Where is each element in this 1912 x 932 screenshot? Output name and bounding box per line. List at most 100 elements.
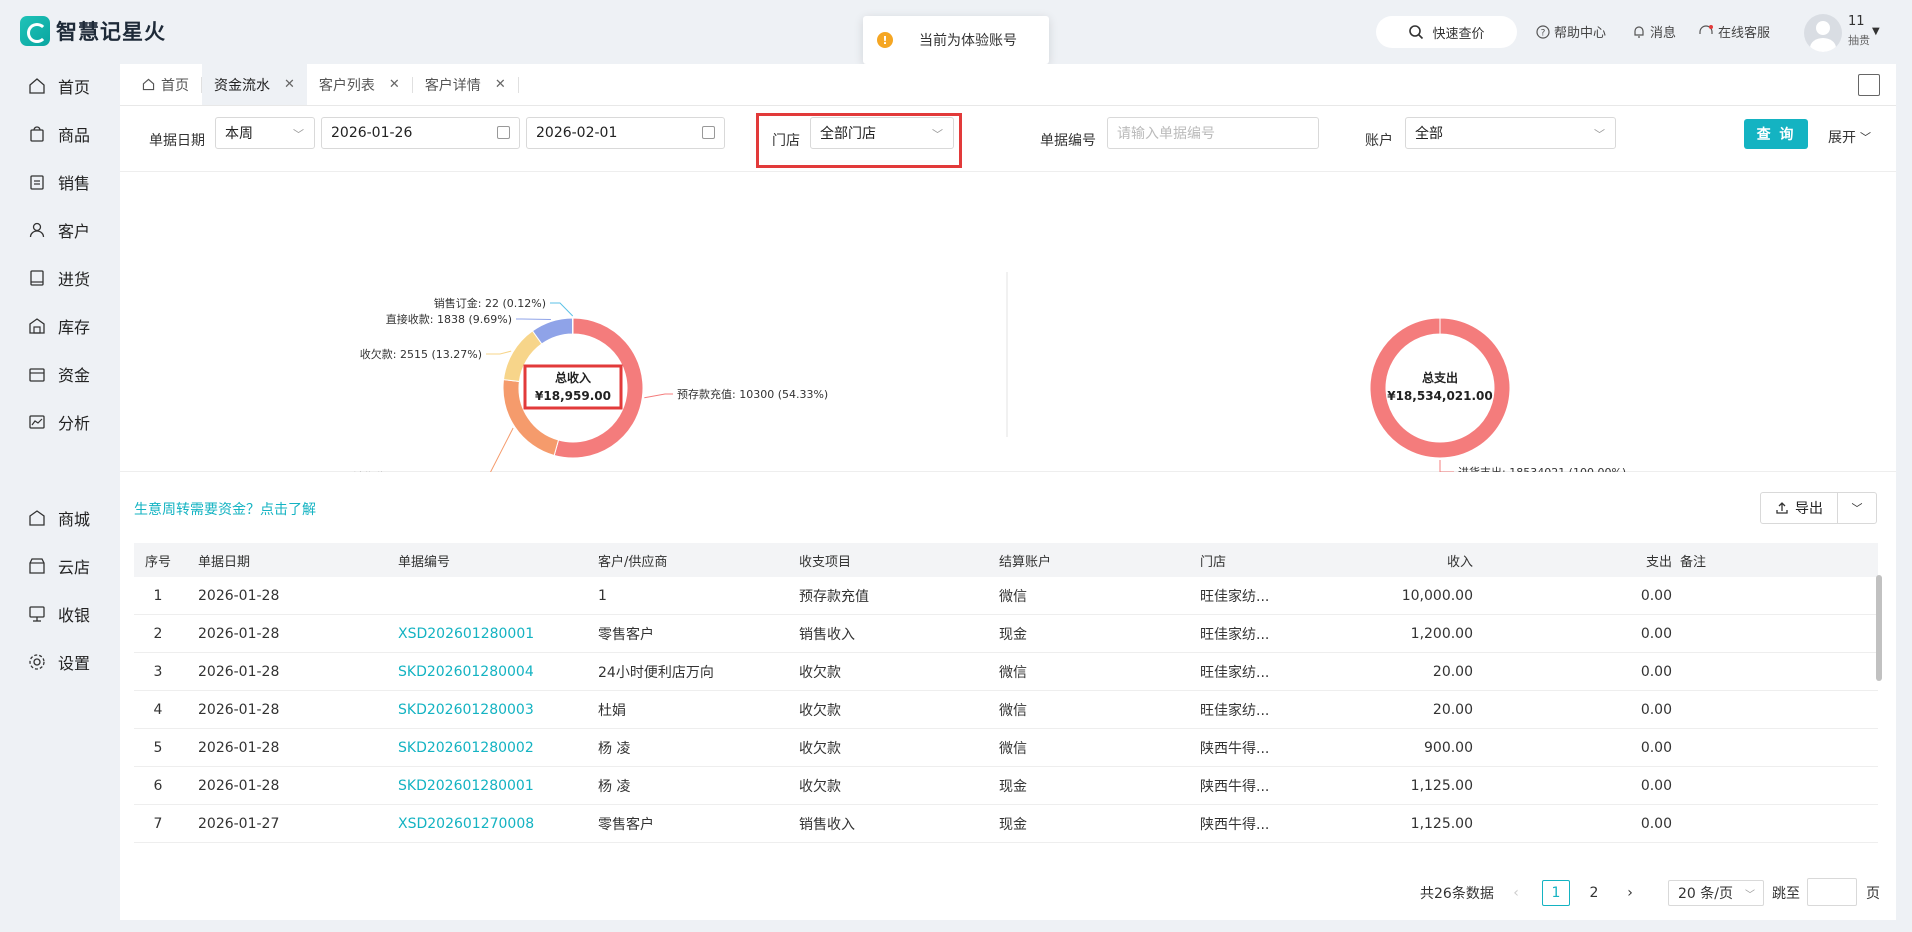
cell-store: 旺佳家纺... [1200,664,1270,681]
tab-label: 客户详情 [424,77,481,94]
query-button[interactable]: 查 询 [1744,119,1808,149]
slice-label: 收欠款: 2515 (13.27%) [360,347,482,361]
start-date-input[interactable]: 2026-01-26 [321,117,520,149]
sidebar-item-sales[interactable]: 销售 [28,170,90,194]
sidebar-item-analysis[interactable]: 分析 [28,410,90,434]
online-service-link[interactable]: 在线客服 [1698,22,1770,41]
table-row[interactable]: 1 2026-01-28 1 预存款充值 微信 旺佳家纺... 10,000.00 0.00 [134,577,1878,615]
sidebar-item-label: 云店 [58,558,91,577]
close-icon[interactable]: ✕ [389,77,400,92]
sidebar-item-label: 资金 [58,366,91,385]
close-icon[interactable]: ✕ [284,77,295,92]
slice-label: 直接收款: 1838 (9.69%) [386,312,512,326]
upload-icon [1776,502,1788,514]
table-row[interactable]: 2 2026-01-28 XSD202601280001 零售客户 销售收入 现金 旺佳家纺… [134,615,1878,653]
cell-income: 1,125.00 [1410,777,1473,794]
financing-promo-link[interactable]: 生意周转需要资金？点击了解 [134,499,316,519]
cell-party: 零售客户 [598,626,654,643]
prev-page-icon[interactable]: ‹ [1506,880,1526,906]
tab-customer-detail[interactable]: 客户详情 ✕ [413,64,518,105]
column-header: 单据编号 [398,554,451,570]
page-1-button[interactable]: 1 [1542,880,1570,906]
cell-doc[interactable] [398,577,578,614]
slice-leader-line [490,427,514,472]
quick-search-label: 快速查价 [1432,26,1485,42]
tab-home[interactable]: 首页 [130,64,201,105]
avatar[interactable] [1804,14,1842,52]
cell-doc[interactable]: SKD202601280002 [398,729,578,766]
sidebar-item-home[interactable]: 首页 [28,74,90,98]
cell-expense: 0.00 [1640,815,1672,832]
sidebar: 首页 商品 销售 客户 进货 库存 资金 分析 商城 云店 收银 设置 [0,64,120,932]
end-date-input[interactable]: 2026-02-01 [526,117,725,149]
cell-doc[interactable]: SKD202601280001 [398,767,578,804]
slice-leader-line [644,393,673,399]
cell-store: 旺佳家纺... [1200,588,1270,605]
period-select[interactable]: 本周 ﹀ [215,117,315,149]
cell-account: 微信 [999,588,1027,605]
tab-fund-flow[interactable]: 资金流水 ✕ [202,64,307,105]
donut-total: ¥18,959.00 [535,389,611,403]
table-row[interactable]: 3 2026-01-28 SKD202601280004 24小时便利店万向 收欠款 微信… [134,653,1878,691]
table-row[interactable]: 6 2026-01-28 SKD202601280001 杨 凌 收欠款 现金 陕西牛得..… [134,767,1878,805]
sidebar-item-settings[interactable]: 设置 [28,650,90,674]
tab-customer-list[interactable]: 客户列表 ✕ [307,64,412,105]
sidebar-item-purchase[interactable]: 进货 [28,266,90,290]
column-header: 收入 [1446,554,1473,570]
column-header: 客户/供应商 [598,554,668,570]
sidebar-item-label: 分析 [58,414,91,433]
cell-doc[interactable]: SKD202601280004 [398,653,578,690]
fullscreen-icon[interactable] [1858,74,1880,96]
total-records: 共26条数据 [1420,886,1494,902]
cell-doc[interactable]: XSD202601280001 [398,615,578,652]
user-menu-caret-icon[interactable]: ▼ [1872,26,1880,37]
column-header: 结算账户 [999,554,1052,570]
export-dropdown-chevron-icon[interactable]: ﹀ [1838,493,1876,523]
doc-number-input[interactable]: 请输入单据编号 [1107,117,1319,149]
jump-page-input[interactable] [1807,878,1857,906]
store-select[interactable]: 全部门店 ﹀ [810,117,954,149]
chevron-down-icon: ﹀ [1745,889,1755,901]
book-icon [30,270,44,286]
messages-link[interactable]: 消息 [1632,22,1676,41]
close-icon[interactable]: ✕ [495,77,506,92]
pie-slice [531,317,574,345]
sidebar-item-products[interactable]: 商品 [28,122,90,146]
column-header: 备注 [1680,554,1707,570]
cell-doc[interactable]: XSD202601270008 [398,805,578,842]
filter-bar: 单据日期 本周 ﹀ 2026-01-26 2026-02-01 门店 全部门店 … [120,106,1896,172]
help-center-link[interactable]: ? 帮助中心 [1536,22,1606,41]
table-row[interactable]: 4 2026-01-28 SKD202601280003 杜娟 收欠款 微信 旺佳家纺...… [134,691,1878,729]
cell-no: 3 [153,663,163,680]
main-panel: 首页 资金流水 ✕ 客户列表 ✕ 客户详情 ✕ 单据日期 本周 ﹀ 2026-0… [120,64,1896,920]
cell-date: 2026-01-28 [198,625,280,642]
messages-label: 消息 [1650,26,1677,41]
cell-store: 陕西牛得... [1200,778,1270,795]
bell-icon [1634,25,1644,38]
page-2-button[interactable]: 2 [1580,880,1608,906]
next-page-icon[interactable]: › [1620,880,1640,906]
chart-icon [29,415,45,429]
cell-doc[interactable]: SKD202601280003 [398,691,578,728]
cell-no: 2 [153,625,163,642]
sidebar-item-cloud-store[interactable]: 云店 [28,554,90,578]
account-select[interactable]: 全部 ﹀ [1405,117,1616,149]
sidebar-item-cashier[interactable]: 收银 [28,602,90,626]
table-scrollbar[interactable] [1876,575,1882,681]
svg-text:?: ? [1541,28,1546,38]
export-button[interactable]: 导出 [1761,493,1838,523]
period-value: 本周 [225,126,253,142]
table-row[interactable]: 5 2026-01-28 SKD202601280002 杨 凌 收欠款 微信 陕西牛得..… [134,729,1878,767]
gear-icon [29,654,45,670]
sidebar-item-funds[interactable]: 资金 [28,362,90,386]
app-logo[interactable]: 智慧记星火 [20,16,166,46]
sidebar-item-mall[interactable]: 商城 [28,506,90,530]
income-donut-chart: 预存款充值: 10300 (54.33%) 销售收入: 4284 (22.60%)… [353,296,828,472]
table-row[interactable]: 7 2026-01-27 XSD202601270008 零售客户 销售收入 现金 陕西牛得… [134,805,1878,843]
page-size-select[interactable]: 20 条/页 ﹀ [1668,880,1764,906]
quick-search-button[interactable]: 快速查价 [1376,16,1517,48]
sidebar-item-customers[interactable]: 客户 [28,218,90,242]
expand-filters-toggle[interactable]: 展开 ﹀ [1828,127,1871,147]
sidebar-item-inventory[interactable]: 库存 [28,314,90,338]
slice-leader-line [1439,460,1454,472]
